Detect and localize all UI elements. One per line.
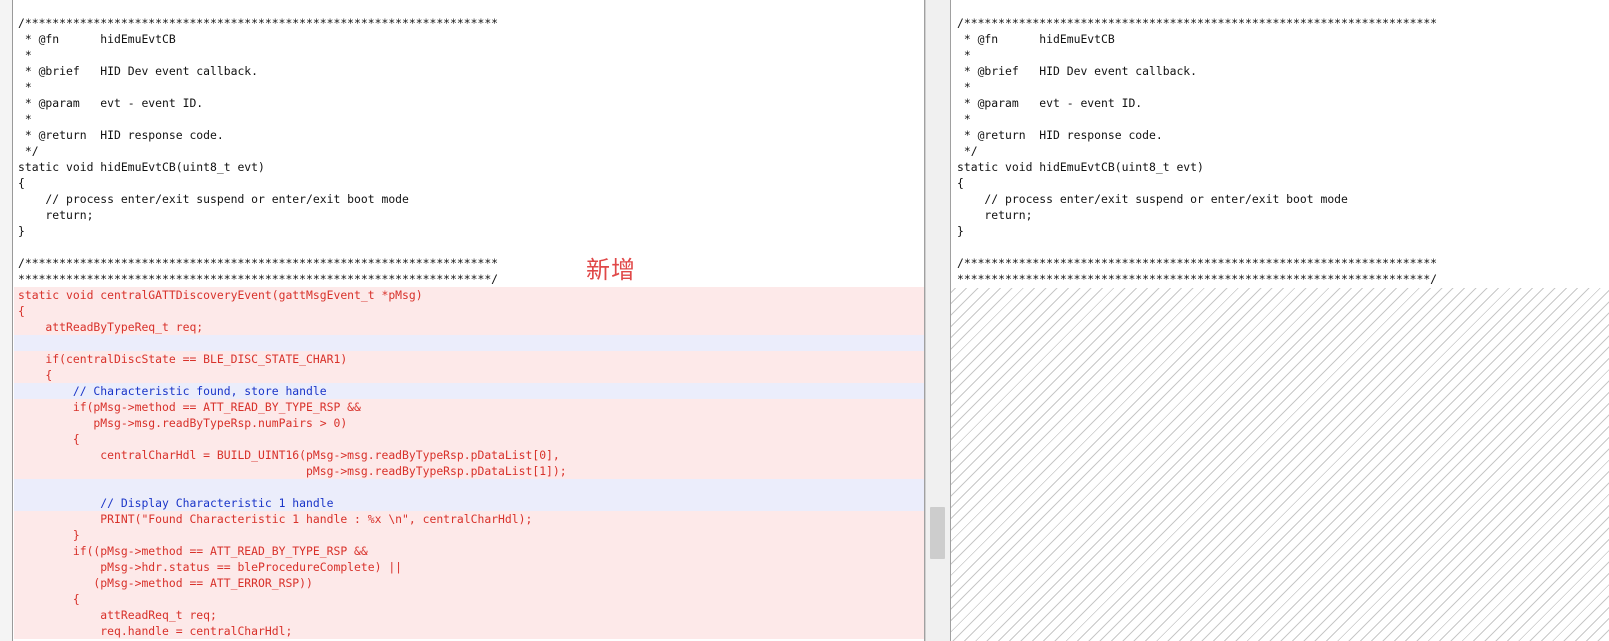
- left-code-line: // Display Characteristic 1 handle: [14, 495, 924, 511]
- left-diff-pane[interactable]: /***************************************…: [0, 0, 925, 641]
- right-code-line: *: [957, 48, 971, 62]
- right-code-line: *: [957, 80, 971, 94]
- left-code-line: if(centralDiscState == BLE_DISC_STATE_CH…: [14, 351, 924, 367]
- right-code-line: */: [957, 144, 978, 158]
- right-code-line: * @return HID response code.: [957, 128, 1163, 142]
- left-code-line: {: [14, 303, 924, 319]
- left-code-line: /***************************************…: [18, 16, 499, 30]
- left-code-line: req.handle = centralCharHdl;: [14, 623, 924, 639]
- left-code-line: attReadByTypeReq_t req;: [14, 319, 924, 335]
- vertical-scrollbar[interactable]: [925, 0, 951, 641]
- right-code-line: * @param evt - event ID.: [957, 96, 1143, 110]
- left-code-line: * @fn hidEmuEvtCB: [18, 32, 176, 46]
- left-code-line: [14, 479, 924, 495]
- right-code-line: {: [957, 176, 964, 190]
- left-gutter: [0, 0, 13, 641]
- left-code-line: pMsg->msg.readByTypeRsp.numPairs > 0): [14, 415, 924, 431]
- left-code-line: if(pMsg->method == ATT_READ_BY_TYPE_RSP …: [14, 399, 924, 415]
- left-code-line: *: [18, 80, 32, 94]
- left-code-line: [14, 335, 924, 351]
- left-code-line: (pMsg->method == ATT_ERROR_RSP)): [14, 575, 924, 591]
- left-code-line: * @brief HID Dev event callback.: [18, 64, 259, 78]
- left-code-view[interactable]: /***************************************…: [14, 15, 924, 639]
- left-code-line: {: [18, 176, 25, 190]
- right-code-line: ****************************************…: [957, 272, 1438, 286]
- left-code-line: /***************************************…: [18, 256, 499, 270]
- left-code-line: attReadReq_t req;: [14, 607, 924, 623]
- left-code-line: * @return HID response code.: [18, 128, 224, 142]
- right-code-line: return;: [957, 208, 1033, 222]
- left-code-line: if((pMsg->method == ATT_READ_BY_TYPE_RSP…: [14, 543, 924, 559]
- left-code-line: pMsg->msg.readByTypeRsp.pDataList[1]);: [14, 463, 924, 479]
- left-code-line: }: [14, 527, 924, 543]
- missing-lines-hatch: [951, 288, 1609, 641]
- left-code-line: {: [14, 431, 924, 447]
- right-code-line: [953, 239, 1609, 255]
- left-code-line: }: [18, 224, 25, 238]
- left-code-line: {: [14, 367, 924, 383]
- left-code-line: ****************************************…: [18, 272, 499, 286]
- right-code-line: // process enter/exit suspend or enter/e…: [957, 192, 1348, 206]
- left-code-line: [14, 239, 924, 255]
- left-code-line: return;: [18, 208, 94, 222]
- left-code-line: centralCharHdl = BUILD_UINT16(pMsg->msg.…: [14, 447, 924, 463]
- right-code-line: * @brief HID Dev event callback.: [957, 64, 1198, 78]
- left-code-line: */: [18, 144, 39, 158]
- right-code-line: }: [957, 224, 964, 238]
- left-code-line: {: [14, 591, 924, 607]
- left-code-line: // process enter/exit suspend or enter/e…: [18, 192, 409, 206]
- right-code-line: /***************************************…: [957, 256, 1438, 270]
- left-code-line: static void hidEmuEvtCB(uint8_t evt): [18, 160, 265, 174]
- left-code-line: *: [18, 48, 32, 62]
- left-code-line: pMsg->hdr.status == bleProcedureComplete…: [14, 559, 924, 575]
- scrollbar-thumb[interactable]: [930, 507, 945, 559]
- left-code-line: *: [18, 112, 32, 126]
- right-code-view[interactable]: /***************************************…: [953, 15, 1609, 287]
- right-code-line: * @fn hidEmuEvtCB: [957, 32, 1115, 46]
- right-code-line: *: [957, 112, 971, 126]
- right-code-line: static void hidEmuEvtCB(uint8_t evt): [957, 160, 1204, 174]
- right-code-line: /***************************************…: [957, 16, 1438, 30]
- added-annotation-label: 新增: [586, 256, 636, 284]
- right-diff-pane[interactable]: /***************************************…: [950, 0, 1609, 641]
- left-code-line: // Characteristic found, store handle: [14, 383, 924, 399]
- left-code-line: PRINT("Found Characteristic 1 handle : %…: [14, 511, 924, 527]
- left-code-line: static void centralGATTDiscoveryEvent(ga…: [14, 287, 924, 303]
- left-code-line: * @param evt - event ID.: [18, 96, 204, 110]
